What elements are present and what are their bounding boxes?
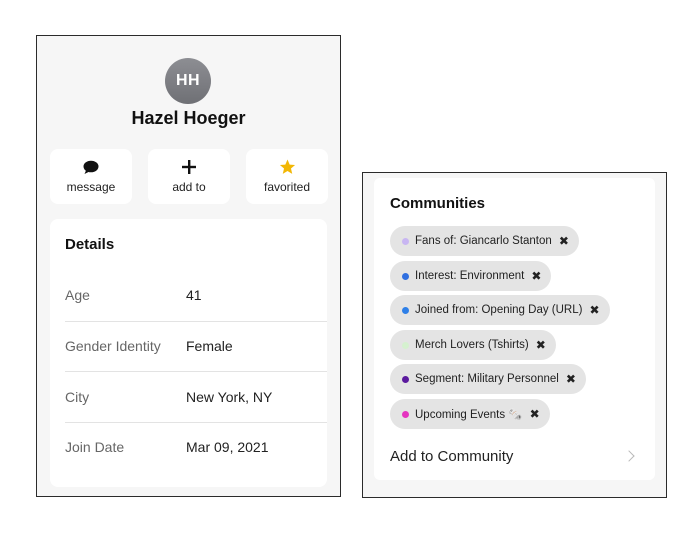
detail-row-age: Age 41	[65, 270, 327, 320]
community-chip[interactable]: Merch Lovers (Tshirts) ✖	[390, 330, 556, 360]
star-icon	[279, 158, 296, 176]
chip-color-dot	[402, 410, 409, 418]
chip-label: Interest: Environment	[415, 270, 525, 282]
chip-label: Upcoming Events 🗞️	[415, 409, 523, 421]
add-to-button[interactable]: add to	[148, 149, 230, 204]
remove-icon[interactable]: ✖	[530, 407, 540, 421]
detail-label: Join Date	[65, 439, 125, 455]
add-to-community-row[interactable]: Add to Community	[390, 444, 639, 468]
chevron-right-icon	[623, 450, 635, 462]
detail-label: City	[65, 389, 90, 405]
chip-label: Segment: Military Personnel	[415, 373, 559, 385]
communities-panel: Communities Fans of: Giancarlo Stanton ✖…	[362, 172, 667, 498]
chip-color-dot	[402, 306, 409, 314]
chip-label: Fans of: Giancarlo Stanton	[415, 235, 552, 247]
details-title: Details	[65, 236, 115, 253]
detail-label: Age	[65, 287, 90, 303]
details-card: Details Age 41 Gender Identity Female Ci…	[50, 219, 327, 487]
detail-value: New York, NY	[186, 389, 273, 405]
remove-icon[interactable]: ✖	[536, 338, 546, 352]
avatar-initials: HH	[175, 72, 201, 89]
chat-bubble-icon	[83, 158, 99, 176]
communities-card: Communities Fans of: Giancarlo Stanton ✖…	[374, 178, 655, 480]
plus-icon	[182, 158, 196, 176]
remove-icon[interactable]: ✖	[531, 269, 541, 283]
detail-value: Mar 09, 2021	[186, 439, 269, 455]
add-to-label: add to	[172, 180, 206, 194]
profile-panel: HH Hazel Hoeger message add to favorited	[36, 35, 341, 497]
detail-row-join-date: Join Date Mar 09, 2021	[65, 422, 327, 472]
detail-value: Female	[186, 338, 233, 354]
favorited-label: favorited	[263, 180, 311, 194]
chip-label: Merch Lovers (Tshirts)	[415, 339, 529, 351]
remove-icon[interactable]: ✖	[566, 372, 576, 386]
profile-name: Hazel Hoeger	[131, 108, 246, 128]
add-to-community-label: Add to Community	[390, 447, 514, 465]
chip-color-dot	[402, 237, 409, 245]
detail-label: Gender Identity	[65, 338, 161, 354]
community-chip[interactable]: Fans of: Giancarlo Stanton ✖	[390, 226, 579, 256]
communities-title: Communities	[390, 195, 486, 212]
message-label: message	[66, 180, 116, 194]
chip-color-dot	[402, 375, 409, 383]
remove-icon[interactable]: ✖	[559, 234, 569, 248]
community-chip[interactable]: Joined from: Opening Day (URL) ✖	[390, 295, 610, 325]
message-button[interactable]: message	[50, 149, 132, 204]
community-chip[interactable]: Upcoming Events 🗞️ ✖	[390, 399, 550, 429]
remove-icon[interactable]: ✖	[589, 303, 599, 317]
detail-value: 41	[186, 287, 202, 303]
community-chip[interactable]: Interest: Environment ✖	[390, 261, 552, 291]
chip-color-dot	[402, 341, 409, 349]
chip-label: Joined from: Opening Day (URL)	[415, 304, 583, 316]
avatar: HH	[165, 58, 211, 104]
favorited-button[interactable]: favorited	[246, 149, 328, 204]
detail-row-gender: Gender Identity Female	[65, 321, 327, 371]
detail-row-city: City New York, NY	[65, 372, 327, 422]
community-chip[interactable]: Segment: Military Personnel ✖	[390, 364, 586, 394]
chip-color-dot	[402, 272, 409, 280]
